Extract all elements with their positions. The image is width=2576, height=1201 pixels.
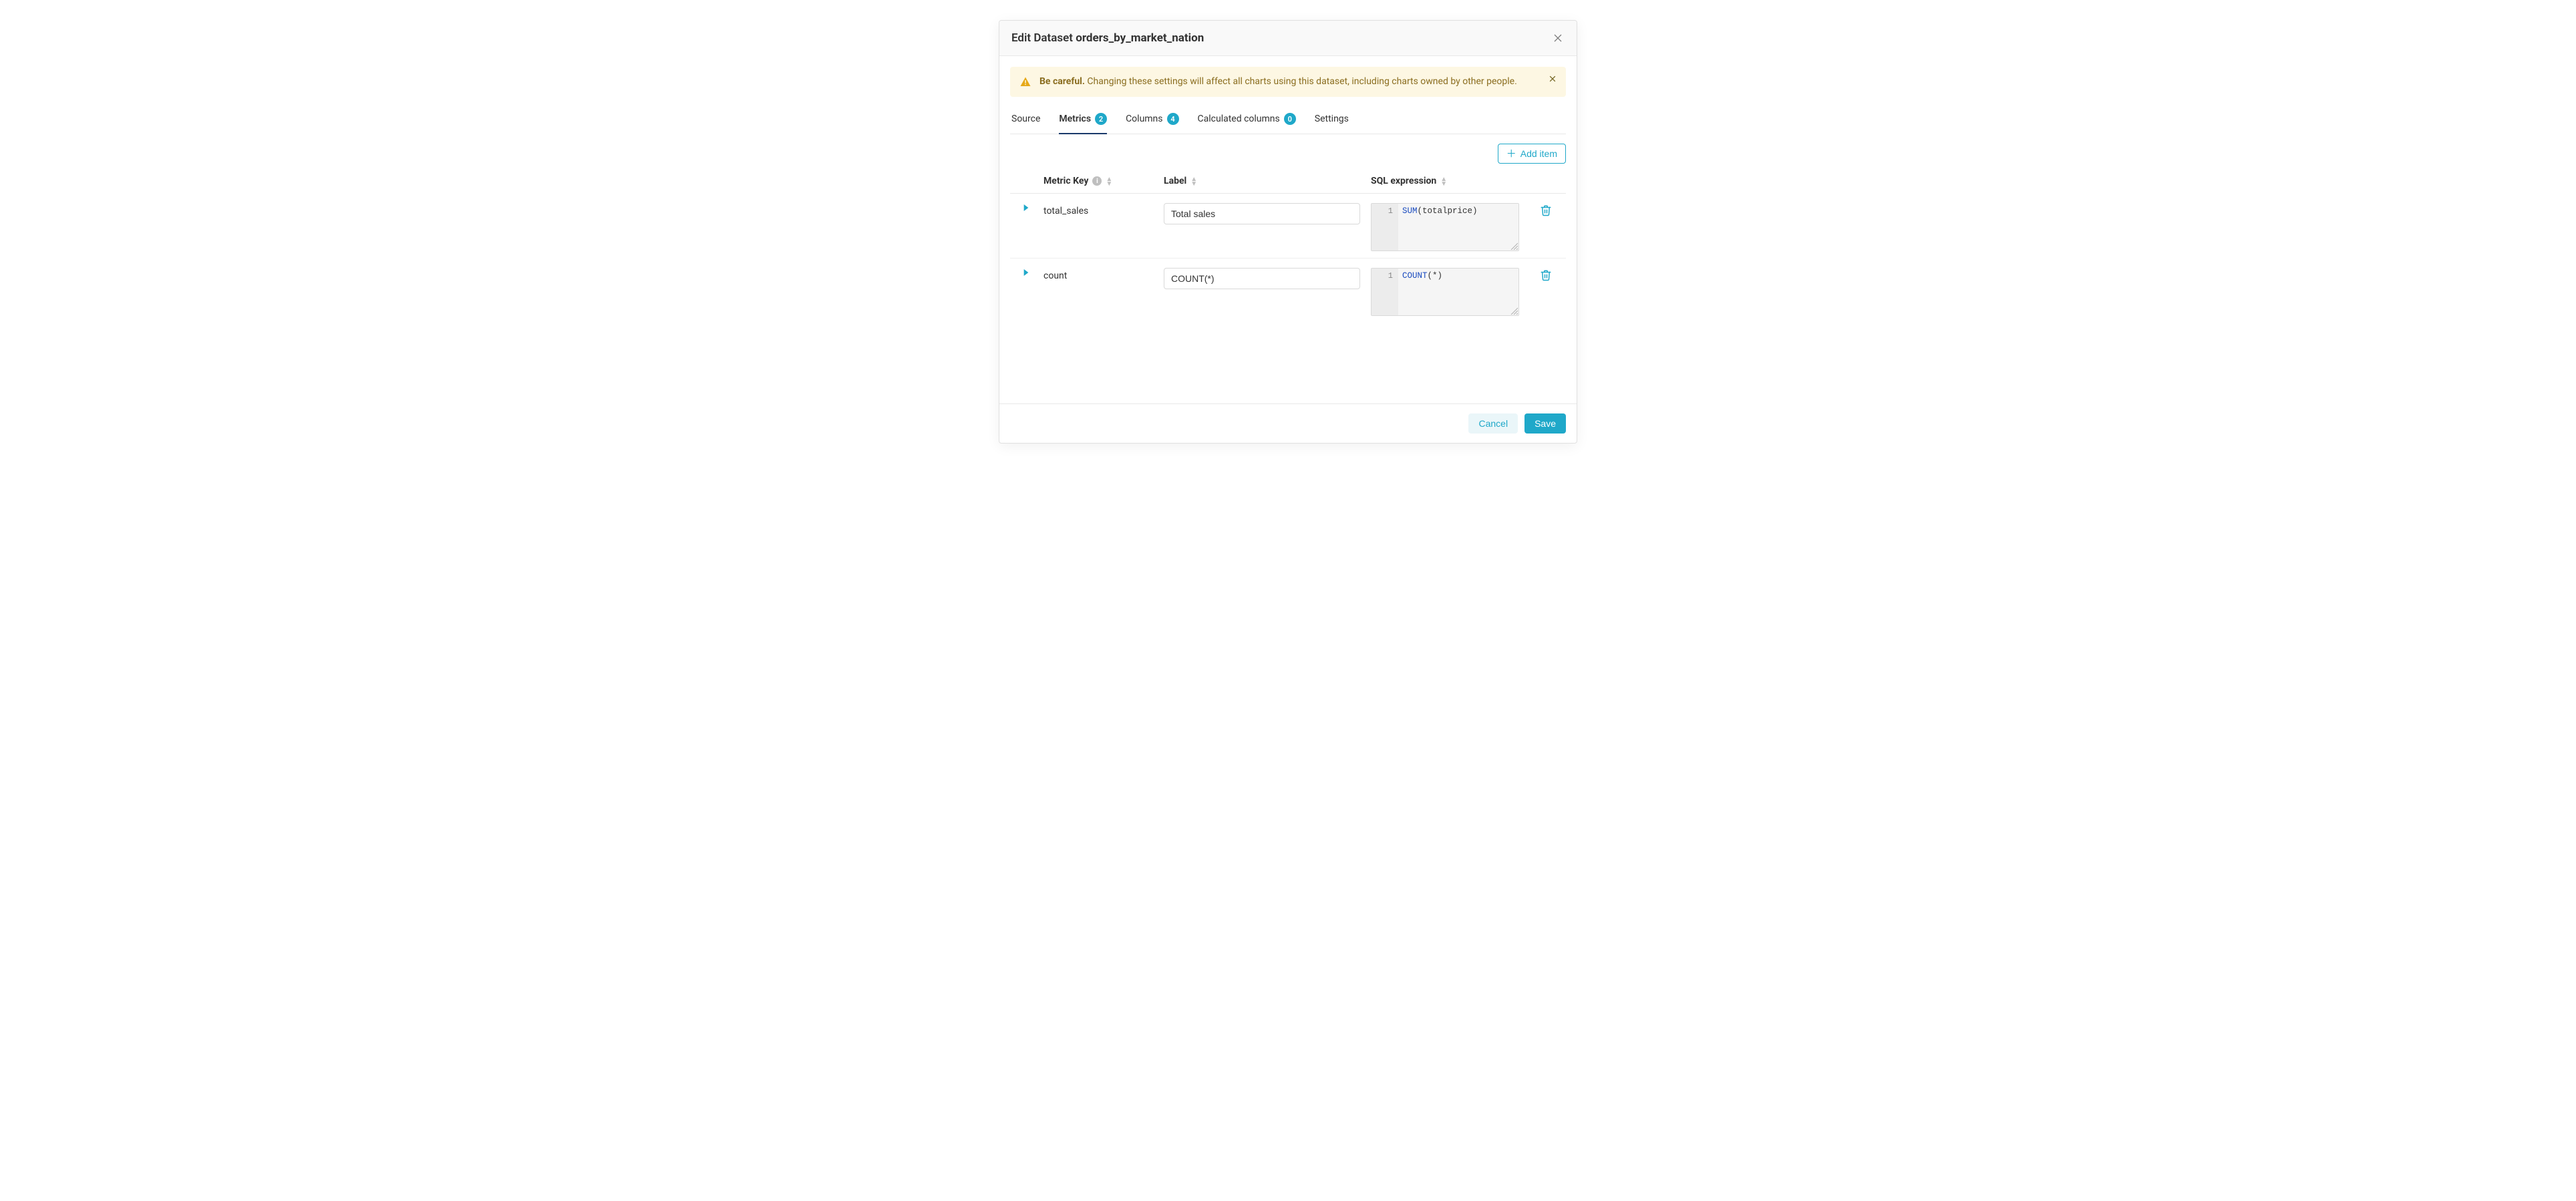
tab-columns-badge: 4 — [1167, 113, 1179, 125]
tab-metrics-badge: 2 — [1095, 113, 1107, 125]
resize-handle-icon[interactable] — [1510, 242, 1518, 250]
tab-columns-label: Columns — [1126, 114, 1162, 124]
col-metric-key-label: Metric Key — [1043, 176, 1088, 186]
sql-cell: 1 COUNT(*) — [1371, 265, 1526, 316]
sql-rest: (totalprice) — [1418, 206, 1478, 216]
warning-alert: Be careful. Changing these settings will… — [1010, 67, 1566, 97]
warning-message: Changing these settings will affect all … — [1085, 76, 1517, 87]
tab-calculated-columns[interactable]: Calculated columns 0 — [1198, 106, 1296, 134]
table-row: count 1 COUNT(*) — [1010, 259, 1566, 323]
sql-cell: 1 SUM(totalprice) — [1371, 200, 1526, 251]
sql-content[interactable]: SUM(totalprice) — [1398, 204, 1518, 250]
expand-row-icon[interactable] — [1010, 265, 1043, 276]
metrics-table: Metric Key i ▲▼ Label ▲▼ SQL expression … — [1010, 170, 1566, 323]
expand-row-icon[interactable] — [1010, 200, 1043, 211]
col-actions — [1526, 176, 1566, 186]
metric-key-cell: total_sales — [1043, 200, 1164, 216]
resize-handle-icon[interactable] — [1510, 307, 1518, 315]
toolbar: ＋ Add item — [1010, 134, 1566, 170]
save-button[interactable]: Save — [1524, 413, 1566, 434]
sort-icon[interactable]: ▲▼ — [1190, 176, 1197, 186]
sql-editor[interactable]: 1 COUNT(*) — [1371, 268, 1519, 316]
tab-columns[interactable]: Columns 4 — [1126, 106, 1178, 134]
add-item-button[interactable]: ＋ Add item — [1498, 144, 1566, 164]
cancel-button[interactable]: Cancel — [1468, 413, 1518, 434]
table-row: total_sales 1 SUM(totalprice) — [1010, 194, 1566, 259]
sql-rest: (*) — [1428, 271, 1443, 281]
label-cell — [1164, 200, 1371, 224]
col-label-label: Label — [1164, 176, 1186, 186]
trash-icon[interactable] — [1540, 204, 1552, 216]
info-icon[interactable]: i — [1092, 176, 1102, 186]
warning-icon — [1019, 76, 1031, 88]
label-input[interactable] — [1164, 203, 1360, 224]
warning-close-icon[interactable] — [1547, 73, 1558, 84]
modal-title-dataset-name: orders_by_market_nation — [1076, 31, 1204, 45]
sql-content[interactable]: COUNT(*) — [1398, 269, 1518, 315]
modal-body: Be careful. Changing these settings will… — [999, 56, 1577, 403]
modal-title-prefix: Edit Dataset — [1011, 31, 1076, 45]
sql-keyword: SUM — [1402, 206, 1418, 216]
modal-title: Edit Dataset orders_by_market_nation — [1011, 31, 1204, 45]
plus-icon: ＋ — [1506, 149, 1516, 159]
tab-calc-badge: 0 — [1284, 113, 1296, 125]
tab-source[interactable]: Source — [1011, 106, 1040, 134]
sql-keyword: COUNT — [1402, 271, 1428, 281]
col-label[interactable]: Label ▲▼ — [1164, 176, 1371, 186]
label-input[interactable] — [1164, 268, 1360, 289]
tab-metrics[interactable]: Metrics 2 — [1059, 106, 1107, 134]
tab-settings[interactable]: Settings — [1315, 106, 1349, 134]
col-metric-key[interactable]: Metric Key i ▲▼ — [1043, 176, 1164, 186]
tab-source-label: Source — [1011, 114, 1040, 124]
close-icon[interactable] — [1551, 31, 1565, 45]
actions-cell — [1526, 265, 1566, 281]
sql-editor[interactable]: 1 SUM(totalprice) — [1371, 203, 1519, 251]
modal-footer: Cancel Save — [999, 403, 1577, 443]
metric-key-cell: count — [1043, 265, 1164, 281]
trash-icon[interactable] — [1540, 269, 1552, 281]
tab-settings-label: Settings — [1315, 114, 1349, 124]
tab-calc-label: Calculated columns — [1198, 114, 1280, 124]
tabs: Source Metrics 2 Columns 4 Calculated co… — [1010, 106, 1566, 134]
col-sql[interactable]: SQL expression ▲▼ — [1371, 176, 1526, 186]
table-header-row: Metric Key i ▲▼ Label ▲▼ SQL expression … — [1010, 170, 1566, 194]
sort-icon[interactable]: ▲▼ — [1440, 176, 1447, 186]
actions-cell — [1526, 200, 1566, 216]
warning-strong: Be careful. — [1039, 76, 1085, 87]
tab-metrics-label: Metrics — [1059, 114, 1091, 124]
sql-gutter: 1 — [1372, 204, 1398, 250]
sort-icon[interactable]: ▲▼ — [1106, 176, 1112, 186]
col-expand — [1010, 176, 1043, 186]
add-item-label: Add item — [1520, 148, 1557, 159]
col-sql-label: SQL expression — [1371, 176, 1436, 186]
modal-header: Edit Dataset orders_by_market_nation — [999, 21, 1577, 56]
warning-text: Be careful. Changing these settings will… — [1039, 75, 1517, 89]
sql-gutter: 1 — [1372, 269, 1398, 315]
label-cell — [1164, 265, 1371, 289]
edit-dataset-modal: Edit Dataset orders_by_market_nation Be … — [999, 20, 1577, 444]
